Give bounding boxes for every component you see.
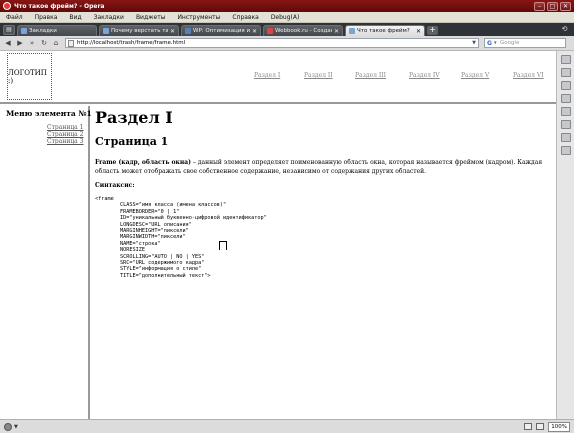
- tab-label: Закладки: [29, 28, 57, 34]
- page-title: Раздел I: [95, 108, 173, 127]
- tab-close-icon[interactable]: ✕: [170, 28, 175, 35]
- panel-sidebar: [556, 51, 574, 419]
- menu-file[interactable]: Файл: [6, 14, 23, 21]
- status-controls: 100%: [524, 421, 570, 432]
- minimize-button[interactable]: –: [534, 1, 545, 11]
- nav-link-section-1[interactable]: Раздел I: [254, 72, 280, 79]
- search-placeholder: Google: [499, 40, 520, 46]
- tab-close-icon[interactable]: ✕: [252, 28, 257, 35]
- close-button[interactable]: ✕: [560, 1, 571, 11]
- window-controls: – □ ✕: [534, 1, 571, 11]
- menu-view[interactable]: Вид: [69, 14, 81, 21]
- notes-panel-icon[interactable]: [560, 81, 571, 90]
- sidebar-link-page-2[interactable]: Страница 2: [47, 131, 84, 138]
- view-mode-icon[interactable]: [536, 423, 545, 430]
- chevron-down-icon[interactable]: ▼: [14, 424, 18, 430]
- main-frame: Раздел I Страница 1 Frame (кадр, область…: [92, 106, 552, 419]
- syntax-label: Синтаксис:: [95, 182, 135, 189]
- search-input[interactable]: G ▾ Google: [484, 38, 566, 48]
- code-block: <frame CLASS="имя класса (имена классов)…: [95, 196, 267, 279]
- address-bar: ◀ ▶ » ↻ ⌂ http://localhost/trash/frame/f…: [0, 36, 574, 51]
- reload-icon[interactable]: ↻: [39, 38, 49, 48]
- transfers-panel-icon[interactable]: [560, 94, 571, 103]
- add-panel-icon[interactable]: [560, 146, 571, 155]
- tab-webbook[interactable]: Webbook.ru - Создание ... ✕: [263, 25, 343, 36]
- panels-toggle-icon[interactable]: [524, 423, 533, 430]
- sidebar-links: Страница 1 Страница 2 Страница 3: [47, 124, 84, 145]
- tab-menu-icon[interactable]: ▤: [3, 25, 15, 35]
- info-panel-icon[interactable]: [560, 133, 571, 142]
- frame-description: Frame (кадр, область окна) – данный элем…: [95, 158, 553, 176]
- page-favicon-icon: [349, 28, 355, 34]
- nav-link-section-3[interactable]: Раздел III: [355, 72, 386, 79]
- sidebar-link-page-3[interactable]: Страница 3: [47, 138, 84, 145]
- bookmarks-icon: [21, 28, 27, 34]
- page-viewport: ЛОГОТИП :) Раздел I Раздел II Раздел III…: [0, 51, 556, 419]
- window-title: Что такое фрейм? - Opera: [14, 2, 105, 10]
- tab-bar: ▤ Закладки Почему верстать табл... ✕ WP:…: [0, 23, 574, 36]
- top-frame: ЛОГОТИП :) Раздел I Раздел II Раздел III…: [0, 51, 556, 104]
- menu-edit[interactable]: Правка: [35, 14, 58, 21]
- mouse-cursor-icon: [219, 241, 227, 250]
- menu-help[interactable]: Справка: [232, 14, 258, 21]
- url-field[interactable]: http://localhost/trash/frame/frame.html …: [65, 38, 479, 48]
- title-bar: Что такое фрейм? - Opera – □ ✕: [0, 0, 574, 12]
- url-text: http://localhost/trash/frame/frame.html: [77, 40, 186, 46]
- maximize-button[interactable]: □: [547, 1, 558, 11]
- nav-link-section-2[interactable]: Раздел II: [304, 72, 333, 79]
- menu-bar: Файл Правка Вид Закладки Виджеты Инструм…: [0, 12, 574, 23]
- menu-debug[interactable]: Debug(A): [271, 14, 300, 21]
- page-favicon-icon: [103, 28, 109, 34]
- tab-why-layout[interactable]: Почему верстать табл... ✕: [99, 25, 179, 36]
- opera-logo-icon: [3, 2, 11, 10]
- frame-term: Frame (кадр, область окна): [95, 159, 191, 166]
- webbook-favicon-icon: [267, 28, 273, 34]
- history-panel-icon[interactable]: [560, 107, 571, 116]
- sidebar-link-page-1[interactable]: Страница 1: [47, 124, 84, 131]
- closed-tabs-icon[interactable]: ⟲: [559, 25, 570, 35]
- status-bar: ▼ 100%: [0, 419, 574, 433]
- opera-unite-icon[interactable]: [4, 422, 12, 431]
- page-icon: [68, 39, 74, 47]
- links-panel-icon[interactable]: [560, 120, 571, 129]
- tab-label: Почему верстать табл...: [111, 28, 168, 34]
- new-tab-button[interactable]: +: [427, 26, 438, 35]
- menu-widgets[interactable]: Виджеты: [136, 14, 166, 21]
- google-icon: G: [487, 39, 492, 47]
- bookmarks-panel-icon[interactable]: [560, 55, 571, 64]
- back-arrow-icon[interactable]: ◀: [3, 38, 13, 48]
- tab-wp-optimization[interactable]: WP: Оптимизация и ре... ✕: [181, 25, 261, 36]
- nav-link-section-4[interactable]: Раздел IV: [409, 72, 440, 79]
- nav-link-section-6[interactable]: Раздел VI: [513, 72, 544, 79]
- widgets-panel-icon[interactable]: [560, 68, 571, 77]
- tab-close-icon[interactable]: ✕: [416, 28, 421, 35]
- forward-arrow-icon[interactable]: ▶: [15, 38, 25, 48]
- wordpress-favicon-icon: [185, 28, 191, 34]
- menu-bookmarks[interactable]: Закладки: [94, 14, 124, 21]
- tab-label: WP: Оптимизация и ре...: [193, 28, 250, 34]
- tab-label: Webbook.ru - Создание ...: [275, 28, 332, 34]
- chevron-down-icon[interactable]: ▼: [470, 40, 478, 46]
- page-subtitle: Страница 1: [95, 135, 169, 148]
- home-icon[interactable]: ⌂: [51, 38, 61, 48]
- sidebar-title: Меню элемента №1: [6, 109, 92, 118]
- tab-close-icon[interactable]: ✕: [334, 28, 339, 35]
- logo: ЛОГОТИП :): [7, 53, 52, 100]
- tab-what-is-frame[interactable]: Что такое фрейм? ✕: [345, 25, 425, 36]
- zoom-level[interactable]: 100%: [548, 421, 570, 432]
- tab-bookmarks[interactable]: Закладки: [17, 25, 97, 36]
- menu-tools[interactable]: Инструменты: [177, 14, 220, 21]
- left-frame: Меню элемента №1 Страница 1 Страница 2 С…: [0, 106, 92, 419]
- tab-label: Что такое фрейм?: [357, 28, 410, 34]
- fast-forward-icon[interactable]: »: [27, 38, 37, 48]
- nav-link-section-5[interactable]: Раздел V: [461, 72, 489, 79]
